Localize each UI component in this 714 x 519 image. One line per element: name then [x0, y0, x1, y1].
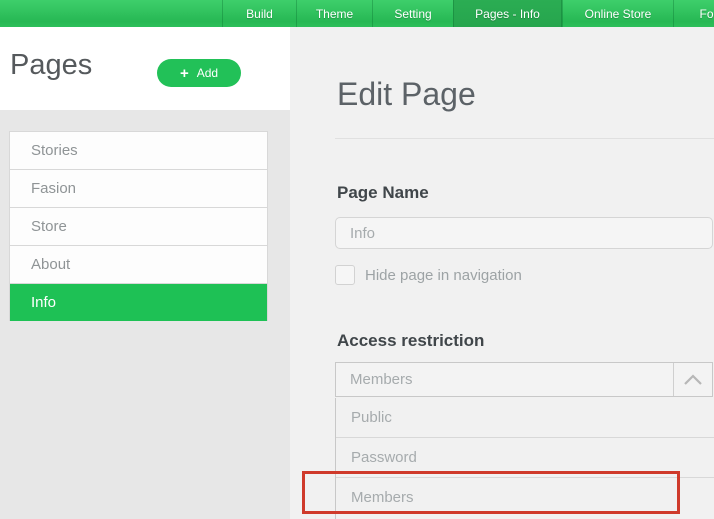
page-list: Stories Fasion Store About Info	[9, 131, 268, 321]
page-name-input[interactable]	[335, 217, 713, 249]
access-option-list: Public Password Members	[335, 398, 714, 519]
page-name-label: Page Name	[337, 183, 429, 203]
plus-icon: +	[180, 66, 189, 81]
navbar-spacer	[0, 0, 222, 27]
sidebar-item-info[interactable]: Info	[10, 284, 267, 321]
page-title: Edit Page	[337, 76, 476, 113]
hide-page-row: Hide page in navigation	[335, 265, 522, 285]
add-button-label: Add	[197, 66, 218, 80]
main-panel: Edit Page Page Name Hide page in navigat…	[290, 27, 714, 519]
hide-page-checkbox[interactable]	[335, 265, 355, 285]
sidebar-header: Pages + Add	[0, 27, 290, 110]
tab-build[interactable]: Build	[222, 0, 296, 27]
tab-pages-info[interactable]: Pages - Info	[453, 0, 562, 27]
sidebar-item-stories[interactable]: Stories	[10, 132, 267, 170]
sidebar: Stories Fasion Store About Info	[0, 110, 290, 519]
tab-form[interactable]: Form	[673, 0, 714, 27]
tab-setting[interactable]: Setting	[372, 0, 453, 27]
tab-online-store[interactable]: Online Store	[562, 0, 673, 27]
option-members[interactable]: Members	[336, 478, 714, 519]
sidebar-item-about[interactable]: About	[10, 246, 267, 284]
top-navbar: Build Theme Setting Pages - Info Online …	[0, 0, 714, 27]
title-divider	[335, 138, 714, 139]
select-value: Members	[336, 371, 673, 388]
tab-theme[interactable]: Theme	[296, 0, 372, 27]
access-restriction-select[interactable]: Members	[335, 362, 713, 397]
sidebar-item-store[interactable]: Store	[10, 208, 267, 246]
sidebar-item-fasion[interactable]: Fasion	[10, 170, 267, 208]
chevron-up-icon	[683, 374, 703, 386]
sidebar-title: Pages	[10, 49, 92, 82]
select-arrow-button[interactable]	[673, 363, 712, 396]
hide-page-label: Hide page in navigation	[365, 267, 522, 284]
option-password[interactable]: Password	[336, 438, 714, 478]
add-page-button[interactable]: + Add	[157, 59, 241, 87]
access-restriction-label: Access restriction	[337, 331, 484, 351]
option-public[interactable]: Public	[336, 398, 714, 438]
